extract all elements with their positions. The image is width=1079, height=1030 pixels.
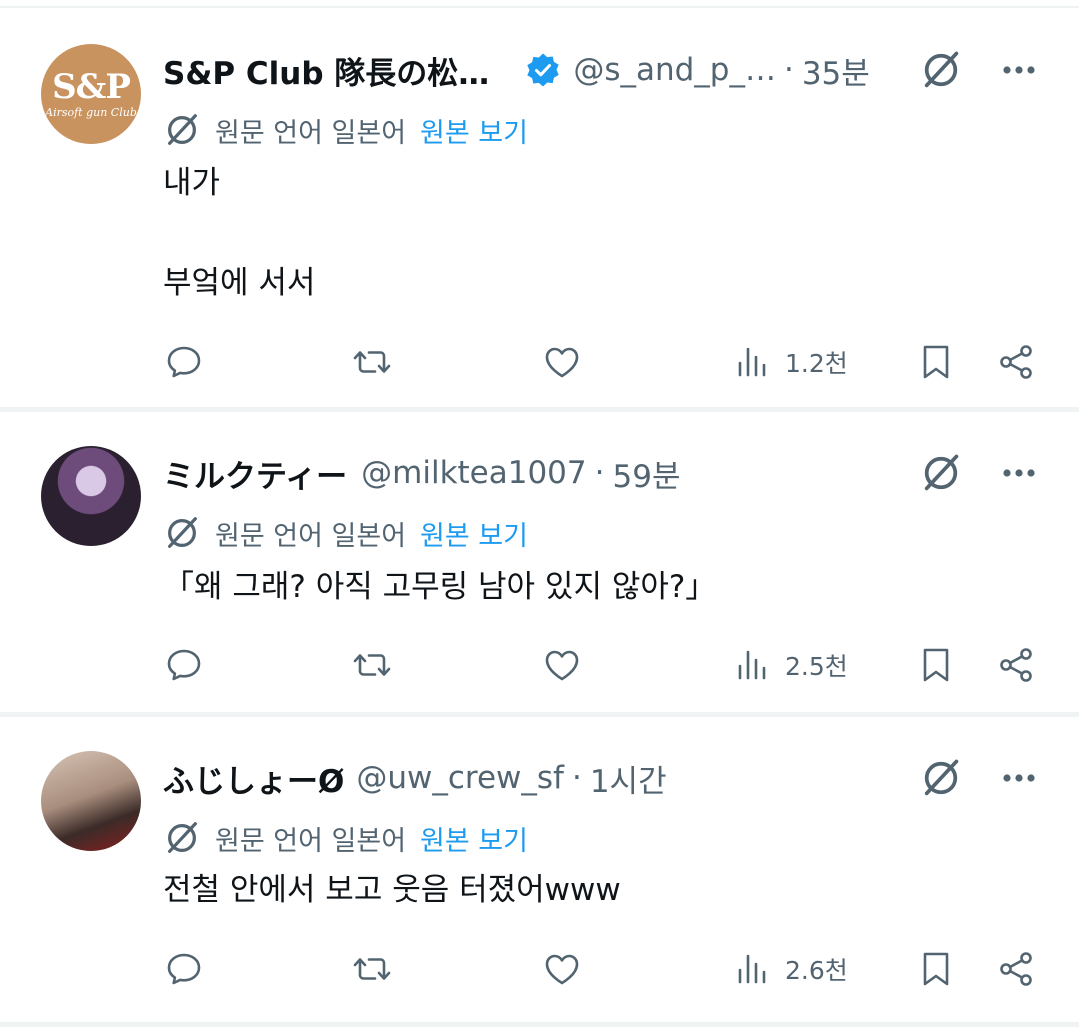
translation-language: 원문 언어 일본어 — [215, 520, 407, 552]
post[interactable]: S&P Airsoft gun Club S&P Club 隊長の松… @s_a… — [0, 8, 1079, 412]
avatar[interactable]: S&P Airsoft gun Club — [41, 44, 141, 144]
grok-icon[interactable] — [919, 48, 963, 92]
share-button[interactable] — [995, 643, 1037, 687]
header-actions — [919, 451, 1039, 495]
like-button[interactable] — [541, 340, 583, 384]
translation-notice: 원문 언어 일본어 원본 보기 — [163, 818, 528, 858]
top-divider — [0, 0, 1079, 8]
like-button[interactable] — [541, 643, 583, 687]
action-bar: 2.6천 — [163, 947, 1039, 991]
separator-dot: · — [783, 52, 794, 88]
action-bar: 2.5천 — [163, 643, 1039, 687]
share-icon — [995, 948, 1037, 990]
like-icon — [541, 644, 583, 686]
like-icon — [541, 948, 583, 990]
post[interactable]: ふじしょーØ @uw_crew_sf · 1시간 원문 언어 일본어 원본 보기… — [0, 717, 1079, 1027]
more-icon[interactable] — [999, 50, 1039, 90]
action-bar: 1.2천 — [163, 340, 1039, 384]
bookmark-icon — [915, 948, 957, 990]
views-count: 1.2천 — [785, 349, 848, 378]
share-icon — [995, 644, 1037, 686]
like-icon — [541, 341, 583, 383]
reply-icon — [163, 341, 205, 383]
avatar[interactable] — [41, 751, 141, 851]
reply-button[interactable] — [163, 947, 205, 991]
post-text-line: 전철 안에서 보고 웃음 터졌어www — [163, 872, 621, 908]
bookmark-button[interactable] — [915, 340, 957, 384]
retweet-icon — [351, 644, 393, 686]
post-text-line: 부엌에 서서 — [163, 265, 316, 301]
display-name[interactable]: ふじしょーØ — [163, 756, 344, 801]
display-name[interactable]: S&P Club 隊長の松… — [163, 48, 489, 93]
views-icon — [731, 644, 773, 686]
grok-icon — [163, 111, 201, 149]
share-button[interactable] — [995, 340, 1037, 384]
avatar[interactable] — [41, 446, 141, 546]
bookmark-icon — [915, 341, 957, 383]
display-name[interactable]: ミルクティー — [163, 451, 347, 496]
reply-icon — [163, 948, 205, 990]
grok-icon — [163, 514, 201, 552]
like-button[interactable] — [541, 947, 583, 991]
handle[interactable]: @milktea1007 — [361, 455, 587, 491]
reply-button[interactable] — [163, 340, 205, 384]
retweet-button[interactable] — [351, 643, 393, 687]
avatar-logo: S&P — [52, 66, 131, 107]
separator-dot: · — [594, 455, 605, 491]
share-button[interactable] — [995, 947, 1037, 991]
bookmark-icon — [915, 644, 957, 686]
views-button[interactable]: 2.6천 — [731, 947, 848, 991]
views-button[interactable]: 1.2천 — [731, 340, 848, 384]
grok-icon — [163, 819, 201, 857]
translation-language: 원문 언어 일본어 — [215, 825, 407, 857]
post-text: 「왜 그래? 아직 고무링 남아 있지 않아?」 — [163, 562, 716, 612]
view-original-link[interactable]: 원본 보기 — [420, 514, 528, 553]
retweet-button[interactable] — [351, 947, 393, 991]
post[interactable]: ミルクティー @milktea1007 · 59분 원문 언어 일본어 원본 보… — [0, 412, 1079, 717]
more-icon[interactable] — [999, 758, 1039, 798]
reply-button[interactable] — [163, 643, 205, 687]
timestamp[interactable]: 35분 — [802, 48, 870, 93]
translation-notice: 원문 언어 일본어 원본 보기 — [163, 513, 528, 553]
retweet-icon — [351, 341, 393, 383]
view-original-link[interactable]: 원본 보기 — [420, 819, 528, 858]
more-icon[interactable] — [999, 453, 1039, 493]
views-count: 2.5천 — [785, 652, 848, 681]
views-count: 2.6천 — [785, 956, 848, 985]
separator-dot: · — [571, 760, 582, 796]
retweet-icon — [351, 948, 393, 990]
views-button[interactable]: 2.5천 — [731, 643, 848, 687]
post-text: 내가 부엌에 서서 — [163, 158, 315, 308]
bookmark-button[interactable] — [915, 947, 957, 991]
grok-icon[interactable] — [919, 756, 963, 800]
views-icon — [731, 948, 773, 990]
translation-language: 원문 언어 일본어 — [215, 117, 407, 149]
post-text-line: 「왜 그래? 아직 고무링 남아 있지 않아?」 — [163, 569, 717, 605]
post-text-line — [163, 208, 315, 258]
translation-notice: 원문 언어 일본어 원본 보기 — [163, 110, 528, 150]
views-icon — [731, 341, 773, 383]
bookmark-button[interactable] — [915, 643, 957, 687]
timestamp[interactable]: 1시간 — [590, 756, 667, 801]
grok-icon[interactable] — [919, 451, 963, 495]
verified-badge-icon — [525, 52, 561, 88]
header-actions — [919, 48, 1039, 92]
post-text: 전철 안에서 보고 웃음 터졌어www — [163, 865, 621, 915]
header-actions — [919, 756, 1039, 800]
view-original-link[interactable]: 원본 보기 — [420, 111, 528, 150]
handle[interactable]: @uw_crew_sf — [356, 760, 564, 796]
handle[interactable]: @s_and_p_… — [573, 52, 776, 88]
retweet-button[interactable] — [351, 340, 393, 384]
share-icon — [995, 341, 1037, 383]
reply-icon — [163, 644, 205, 686]
timestamp[interactable]: 59분 — [613, 451, 681, 496]
avatar-logo-subtitle: Airsoft gun Club — [45, 105, 137, 119]
post-text-line: 내가 — [163, 165, 221, 201]
